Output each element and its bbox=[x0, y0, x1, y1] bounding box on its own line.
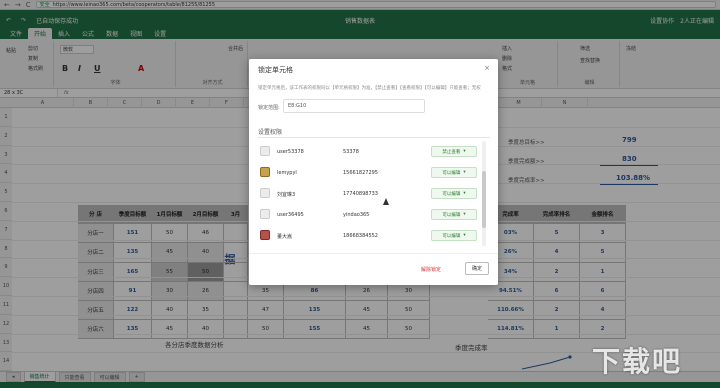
user-row: user53378 53378 禁止查看 ▾ bbox=[258, 141, 482, 162]
list-scrollbar[interactable] bbox=[482, 141, 486, 246]
range-label: 锁定范围: bbox=[258, 105, 280, 111]
avatar bbox=[260, 167, 270, 177]
permission-select[interactable]: 可以编辑 ▾ bbox=[431, 209, 477, 220]
avatar bbox=[260, 209, 270, 219]
permission-title: 设置权限 bbox=[258, 129, 283, 136]
close-icon[interactable]: × bbox=[484, 64, 490, 72]
lock-cells-dialog: 锁定单元格 × 锁定单元格后，该工作表的权限同以【单元格权限】为准，【禁止查看】… bbox=[249, 59, 498, 285]
permission-select[interactable]: 可以编辑 ▾ bbox=[431, 230, 477, 241]
chevron-down-icon: ▾ bbox=[463, 149, 466, 154]
divider bbox=[258, 137, 490, 138]
user-name: lemypyl bbox=[277, 170, 297, 176]
dialog-description: 锁定单元格后，该工作表的权限同以【单元格权限】为准，【禁止查看】【查看权限】【可… bbox=[258, 86, 481, 91]
avatar bbox=[260, 188, 270, 198]
divider bbox=[249, 253, 498, 254]
permission-value: 可以编辑 bbox=[442, 212, 461, 218]
user-name: 刘宜琳3 bbox=[277, 192, 296, 198]
user-name: user36495 bbox=[277, 212, 304, 218]
avatar bbox=[260, 230, 270, 240]
user-name: user53378 bbox=[277, 149, 304, 155]
range-input[interactable]: E8:G10 bbox=[283, 99, 425, 113]
dialog-title: 锁定单元格 bbox=[258, 66, 293, 74]
chevron-down-icon: ▾ bbox=[463, 170, 466, 175]
permission-value: 可以编辑 bbox=[442, 233, 461, 239]
permission-value: 禁止查看 bbox=[442, 149, 461, 155]
unlock-button[interactable]: 解除锁定 bbox=[421, 266, 441, 273]
chevron-down-icon: ▾ bbox=[463, 212, 466, 217]
permission-select[interactable]: 可以编辑 ▾ bbox=[431, 188, 477, 199]
chevron-down-icon: ▾ bbox=[463, 233, 466, 238]
scrollbar-thumb[interactable] bbox=[482, 171, 486, 228]
permission-select[interactable]: 禁止查看 ▾ bbox=[431, 146, 477, 157]
user-phone: 17740898733 bbox=[343, 191, 378, 197]
user-row: lemypyl 15661827295 可以编辑 ▾ bbox=[258, 162, 482, 183]
permission-value: 可以编辑 bbox=[442, 170, 461, 176]
avatar bbox=[260, 146, 270, 156]
user-name: 董大嵩 bbox=[277, 234, 293, 240]
user-permission-list: user53378 53378 禁止查看 ▾ lemypyl 15661827295 可以编… bbox=[258, 141, 490, 246]
user-row: 董大嵩 18668384552 可以编辑 ▾ bbox=[258, 225, 482, 246]
user-row: 刘宜琳3 17740898733 可以编辑 ▾ bbox=[258, 183, 482, 204]
user-row: user36495 yindao365 可以编辑 ▾ bbox=[258, 204, 482, 225]
user-phone: yindao365 bbox=[343, 212, 370, 218]
mouse-cursor-icon bbox=[383, 198, 389, 205]
watermark-logo: 下载吧 bbox=[592, 345, 683, 378]
user-phone: 15661827295 bbox=[343, 170, 378, 176]
user-phone: 18668384552 bbox=[343, 233, 378, 239]
chevron-down-icon: ▾ bbox=[463, 191, 466, 196]
ok-button[interactable]: 确定 bbox=[465, 262, 489, 275]
permission-value: 可以编辑 bbox=[442, 191, 461, 197]
permission-select[interactable]: 可以编辑 ▾ bbox=[431, 167, 477, 178]
user-phone: 53378 bbox=[343, 149, 359, 155]
